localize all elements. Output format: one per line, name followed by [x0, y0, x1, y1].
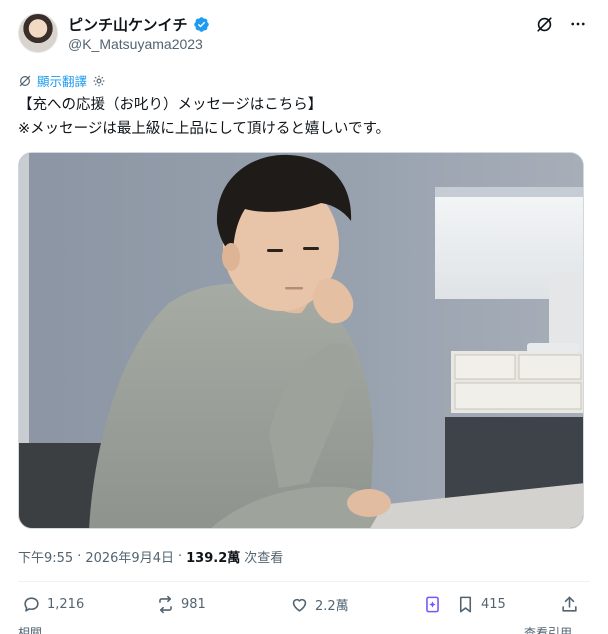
grok-icon[interactable]	[534, 14, 554, 34]
grok-analyze-button[interactable]	[423, 595, 442, 614]
photo-illustration	[19, 153, 583, 528]
tweet-text: 【充への応援（お叱り）メッセージはこちら】 ※メッセージは最上級に上品にして頂け…	[18, 93, 588, 141]
like-heart-icon	[292, 598, 307, 612]
related-link[interactable]: 相關	[18, 624, 42, 634]
like-button[interactable]: 2.2萬	[290, 595, 349, 614]
settings-gear-icon[interactable]	[92, 74, 106, 88]
repost-count: 981	[181, 597, 206, 612]
grok-analyze-icon	[426, 596, 439, 613]
avatar[interactable]	[18, 13, 58, 53]
views-label: 次查看	[244, 551, 284, 566]
view-quotes-link[interactable]: 查看引用	[524, 624, 572, 634]
translate-row[interactable]: 顯示翻譯	[18, 71, 106, 90]
author-name-row[interactable]: ピンチ山ケンイチ	[68, 14, 210, 35]
meta-separator: ·	[177, 549, 183, 564]
author-handle[interactable]: @K_Matsuyama2023	[68, 36, 203, 52]
tweet-photo[interactable]	[18, 152, 584, 529]
repost-button[interactable]: 981	[156, 595, 206, 614]
display-name[interactable]: ピンチ山ケンイチ	[68, 14, 188, 35]
more-options-icon[interactable]	[568, 14, 588, 34]
bookmark-icon	[459, 596, 472, 613]
tweet-date[interactable]: 2026年9月4日	[85, 547, 174, 566]
reply-button[interactable]: 1,216	[22, 595, 84, 614]
divider	[18, 581, 590, 582]
bookmark-button[interactable]: 415	[456, 595, 506, 614]
share-icon	[562, 596, 577, 612]
meta-separator: ·	[77, 549, 82, 564]
tweet-line: ※メッセージは最上級に上品にして頂けると嬉しいです。	[18, 121, 391, 137]
tweet-line: 【充への応援（お叱り）メッセージはこちら】	[18, 97, 323, 113]
top-actions	[534, 14, 588, 34]
repost-icon	[159, 595, 172, 614]
reply-count: 1,216	[47, 597, 85, 612]
share-button[interactable]	[560, 595, 579, 614]
verified-badge-icon	[193, 17, 209, 32]
tweet-meta: 下午9:55 · 2026年9月4日 · 139.2萬 次查看	[18, 547, 283, 566]
action-bar: 1,216 981 2.2萬 415	[18, 595, 590, 619]
like-count: 2.2萬	[315, 599, 349, 614]
bookmark-count: 415	[481, 597, 506, 612]
translate-link[interactable]: 顯示翻譯	[37, 71, 87, 90]
reply-icon	[24, 597, 39, 612]
tweet-time[interactable]: 下午9:55	[18, 547, 73, 566]
views-count: 139.2萬	[186, 551, 241, 566]
grok-small-icon	[19, 75, 31, 86]
